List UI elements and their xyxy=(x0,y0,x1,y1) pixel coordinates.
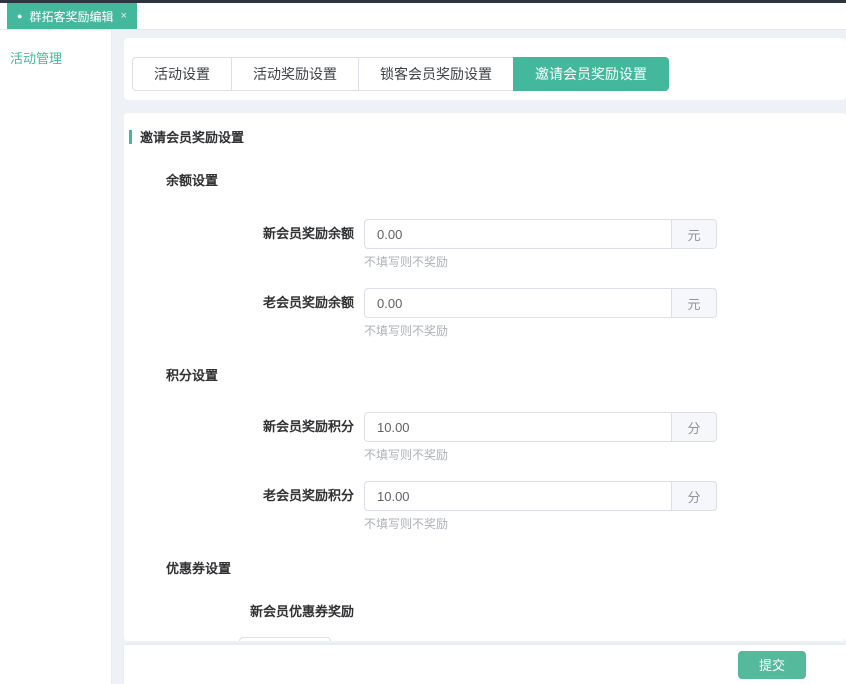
new-member-points-field: 新会员奖励积分 分 xyxy=(129,412,846,442)
tab-activity-reward-settings[interactable]: 活动奖励设置 xyxy=(231,57,359,91)
tab-activity-settings[interactable]: 活动设置 xyxy=(132,57,232,91)
select-coupon-button[interactable]: 选择优惠券 xyxy=(239,637,331,641)
new-member-balance-label: 新会员奖励余额 xyxy=(129,219,364,249)
new-member-balance-field: 新会员奖励余额 元 xyxy=(129,219,846,249)
section-title-text: 邀请会员奖励设置 xyxy=(140,127,244,146)
new-member-points-input-group: 分 xyxy=(364,412,717,442)
tab-close-icon[interactable]: × xyxy=(120,11,126,22)
sidebar: 活动管理 xyxy=(0,30,112,684)
window-tab-label: 群拓客奖励编辑 xyxy=(29,8,113,25)
settings-tab-group: 活动设置 活动奖励设置 锁客会员奖励设置 邀请会员奖励设置 xyxy=(132,57,669,91)
new-member-balance-input[interactable] xyxy=(364,219,672,249)
submit-button[interactable]: 提交 xyxy=(738,651,806,679)
new-member-points-hint: 不填写则不奖励 xyxy=(364,449,846,461)
old-member-balance-hint: 不填写则不奖励 xyxy=(364,325,846,337)
old-member-points-label: 老会员奖励积分 xyxy=(129,481,364,511)
old-member-balance-label: 老会员奖励余额 xyxy=(129,288,364,318)
section-title-bar-icon xyxy=(129,130,132,144)
tabs-panel: 活动设置 活动奖励设置 锁客会员奖励设置 邀请会员奖励设置 xyxy=(124,38,846,100)
old-member-points-input-group: 分 xyxy=(364,481,717,511)
new-member-coupon-field: 新会员优惠券奖励 xyxy=(129,604,846,620)
new-member-balance-input-group: 元 xyxy=(364,219,717,249)
main-area: 活动设置 活动奖励设置 锁客会员奖励设置 邀请会员奖励设置 邀请会员奖励设置 余… xyxy=(112,30,846,684)
old-member-points-field: 老会员奖励积分 分 xyxy=(129,481,846,511)
group-title-coupon: 优惠券设置 xyxy=(166,558,846,577)
page-body: 活动管理 活动设置 活动奖励设置 锁客会员奖励设置 邀请会员奖励设置 邀请会员奖… xyxy=(0,30,846,684)
new-member-points-unit: 分 xyxy=(672,412,717,442)
window-tab-active[interactable]: ● 群拓客奖励编辑 × xyxy=(7,3,137,29)
new-member-points-input[interactable] xyxy=(364,412,672,442)
group-title-points: 积分设置 xyxy=(166,365,846,384)
new-member-balance-hint: 不填写则不奖励 xyxy=(364,256,846,268)
new-member-balance-unit: 元 xyxy=(672,219,717,249)
footer-bar: 提交 xyxy=(124,645,846,684)
sidebar-item-activity-management[interactable]: 活动管理 xyxy=(0,42,111,73)
section-title: 邀请会员奖励设置 xyxy=(129,127,846,146)
form-panel: 邀请会员奖励设置 余额设置 新会员奖励余额 元 不填写则不奖励 老会员奖励余额 … xyxy=(124,113,846,641)
window-tabbar: ● 群拓客奖励编辑 × xyxy=(0,3,846,30)
old-member-balance-unit: 元 xyxy=(672,288,717,318)
new-member-points-label: 新会员奖励积分 xyxy=(129,412,364,442)
new-member-coupon-label: 新会员优惠券奖励 xyxy=(129,604,364,620)
tab-lock-member-reward-settings[interactable]: 锁客会员奖励设置 xyxy=(358,57,514,91)
old-member-points-unit: 分 xyxy=(672,481,717,511)
old-member-balance-input-group: 元 xyxy=(364,288,717,318)
old-member-balance-field: 老会员奖励余额 元 xyxy=(129,288,846,318)
old-member-points-hint: 不填写则不奖励 xyxy=(364,518,846,530)
tab-invite-member-reward-settings[interactable]: 邀请会员奖励设置 xyxy=(513,57,669,91)
tab-dot-icon: ● xyxy=(17,12,22,21)
old-member-balance-input[interactable] xyxy=(364,288,672,318)
old-member-points-input[interactable] xyxy=(364,481,672,511)
group-title-balance: 余额设置 xyxy=(166,170,846,189)
